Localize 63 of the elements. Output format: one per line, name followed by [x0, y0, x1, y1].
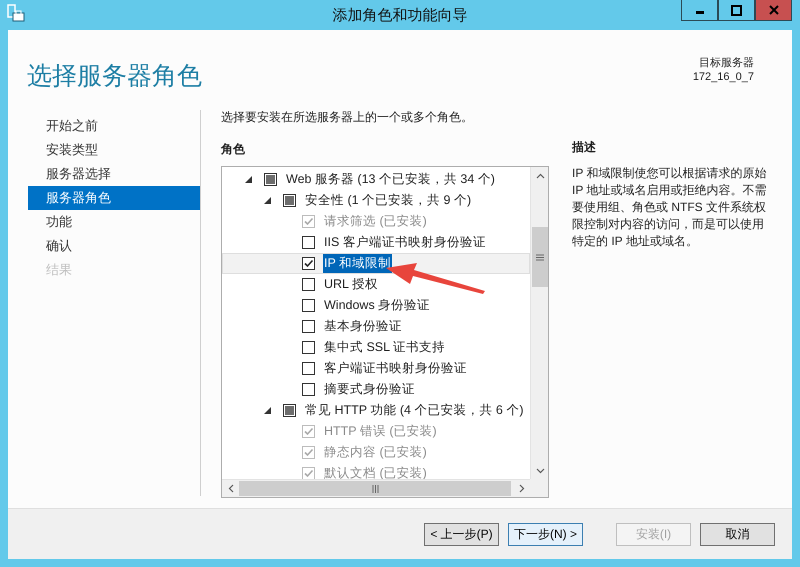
wizard-step[interactable]: 安装类型: [28, 138, 200, 162]
page-title: 选择服务器角色: [27, 61, 202, 92]
wizard-step[interactable]: 服务器角色: [28, 186, 200, 210]
checkbox[interactable]: [302, 320, 315, 333]
tree-row[interactable]: 常见 HTTP 功能 (4 个已安装，共 6 个): [222, 400, 530, 421]
role-label: 摘要式身份验证: [323, 381, 416, 398]
tree-row[interactable]: 客户端证书映射身份验证: [222, 358, 530, 379]
close-button[interactable]: [755, 0, 792, 21]
checkbox[interactable]: [264, 173, 277, 186]
role-label: 常见 HTTP 功能 (4 个已安装，共 6 个): [304, 402, 524, 420]
description-heading: 描述: [572, 139, 597, 156]
role-label: HTTP 错误 (已安装): [323, 423, 438, 440]
maximize-icon: [731, 4, 742, 16]
tree-row[interactable]: IIS 客户端证书映射身份验证: [222, 232, 530, 253]
role-label: URL 授权: [323, 276, 380, 294]
scrollbar-thumb[interactable]: [239, 481, 511, 496]
tree-row[interactable]: URL 授权: [222, 274, 530, 295]
description-text: IP 和域限制使您可以根据请求的原始 IP 地址或域名启用或拒绝内容。不需要使用组、角色或 NTFS 文件系统权限控制对内容的访问，而是可以使用特定的 IP 地址或域名。: [572, 165, 768, 250]
tree-row[interactable]: Web 服务器 (13 个已安装，共 34 个): [222, 169, 530, 190]
role-label: 基本身份验证: [323, 318, 403, 336]
role-label: IP 和域限制: [323, 254, 392, 273]
wizard-button[interactable]: 取消: [700, 522, 775, 546]
wizard-step[interactable]: 开始之前: [28, 114, 200, 138]
wizard-button[interactable]: 下一步(N) >: [508, 522, 583, 546]
role-label: 客户端证书映射身份验证: [323, 360, 468, 378]
minimize-button[interactable]: [681, 0, 718, 21]
close-icon: [768, 5, 778, 15]
instruction-text: 选择要安装在所选服务器上的一个或多个角色。: [221, 109, 474, 126]
role-label: 集中式 SSL 证书支持: [323, 339, 446, 356]
tree-row[interactable]: 摘要式身份验证: [222, 379, 530, 400]
roles-heading: 角色: [221, 141, 246, 158]
wizard-button[interactable]: < 上一步(P): [424, 522, 499, 546]
target-server-name: 172_16_0_7: [692, 70, 754, 84]
wizard-step[interactable]: 功能: [28, 210, 200, 234]
checkbox[interactable]: [302, 299, 315, 312]
checkbox[interactable]: [302, 278, 315, 291]
role-label: Windows 身份验证: [323, 297, 432, 314]
wizard-step[interactable]: 确认: [28, 234, 200, 258]
scrollbar-thumb[interactable]: [532, 227, 548, 287]
tree-row[interactable]: IP 和域限制: [222, 253, 530, 274]
checkbox[interactable]: [283, 194, 296, 207]
role-label: 请求筛选 (已安装): [323, 213, 428, 230]
target-server-label: 目标服务器: [698, 56, 754, 70]
wizard-step[interactable]: 服务器选择: [28, 162, 200, 186]
role-label: Web 服务器 (13 个已安装，共 34 个): [285, 171, 496, 188]
expanded-icon[interactable]: [245, 176, 252, 183]
tree-row[interactable]: 基本身份验证: [222, 316, 530, 337]
expanded-icon[interactable]: [264, 407, 271, 414]
checkbox[interactable]: [302, 341, 315, 354]
tree-row[interactable]: 安全性 (1 个已安装，共 9 个): [222, 190, 530, 211]
window-title: 添加角色和功能向导: [332, 6, 468, 26]
role-label: 安全性 (1 个已安装，共 9 个): [304, 192, 472, 210]
expanded-icon[interactable]: [264, 197, 271, 204]
app-icon: [6, 3, 26, 23]
checkbox[interactable]: [302, 257, 315, 270]
checkbox[interactable]: [283, 404, 296, 417]
tree-row[interactable]: 集中式 SSL 证书支持: [222, 337, 530, 358]
checkbox[interactable]: [302, 236, 315, 249]
role-label: IIS 客户端证书映射身份验证: [323, 234, 487, 252]
checkbox[interactable]: [302, 383, 315, 396]
role-label: 静态内容 (已安装): [323, 444, 428, 462]
checkbox[interactable]: [302, 362, 315, 375]
tree-row[interactable]: Windows 身份验证: [222, 295, 530, 316]
